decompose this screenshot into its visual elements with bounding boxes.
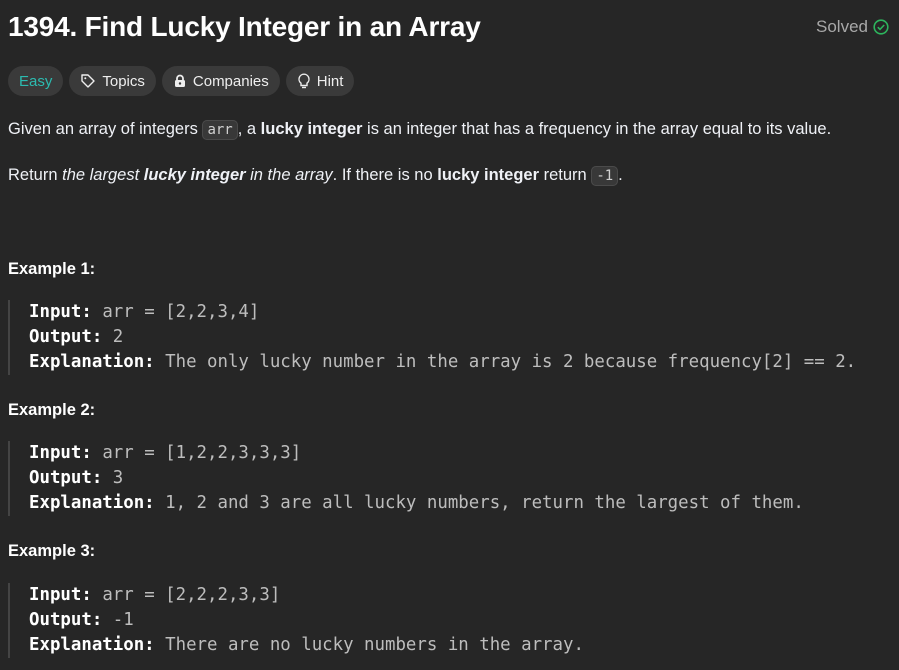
text: Return bbox=[8, 166, 63, 184]
input-value: arr = [2,2,2,3,3] bbox=[102, 585, 281, 605]
output-value: 2 bbox=[112, 327, 124, 347]
lightbulb-icon bbox=[298, 73, 310, 89]
output-label: Output: bbox=[29, 610, 103, 630]
difficulty-label: Easy bbox=[19, 72, 53, 90]
description-paragraph-1: Given an array of integers arr, a lucky … bbox=[8, 120, 832, 140]
text: . If there is no bbox=[332, 166, 438, 184]
tag-bar: Easy Topics Companies Hint bbox=[8, 66, 355, 96]
example-2-heading: Example 2: bbox=[8, 401, 96, 419]
example-1-block: Input: arr = [2,2,3,4] Output: 2 Explana… bbox=[8, 300, 856, 375]
solved-status: Solved bbox=[816, 17, 889, 37]
explanation-value: 1, 2 and 3 are all lucky numbers, return… bbox=[165, 493, 804, 513]
bold-italic-text: lucky integer bbox=[143, 166, 246, 184]
text: . bbox=[618, 166, 623, 184]
companies-button[interactable]: Companies bbox=[161, 66, 280, 96]
text: return bbox=[539, 166, 592, 184]
problem-title: 1394. Find Lucky Integer in an Array bbox=[8, 11, 481, 42]
hint-label: Hint bbox=[316, 72, 344, 90]
italic-text: the largest bbox=[62, 166, 144, 184]
bold-text: lucky integer bbox=[437, 166, 540, 184]
example-1-heading: Example 1: bbox=[8, 260, 96, 278]
description-paragraph-2: Return the largest lucky integer in the … bbox=[8, 166, 623, 186]
example-3-heading: Example 3: bbox=[8, 542, 96, 560]
explanation-value: The only lucky number in the array is 2 … bbox=[165, 352, 857, 372]
text: is an integer that has a frequency in th… bbox=[362, 120, 832, 138]
example-3-block: Input: arr = [2,2,2,3,3] Output: -1 Expl… bbox=[8, 583, 584, 658]
output-label: Output: bbox=[29, 327, 103, 347]
inline-code: -1 bbox=[591, 166, 619, 186]
hint-button[interactable]: Hint bbox=[285, 66, 355, 96]
input-label: Input: bbox=[29, 585, 92, 605]
check-circle-icon bbox=[873, 19, 889, 35]
topics-button[interactable]: Topics bbox=[69, 66, 156, 96]
solved-label: Solved bbox=[816, 17, 868, 36]
inline-code: arr bbox=[202, 120, 238, 140]
output-value: 3 bbox=[112, 468, 124, 488]
explanation-label: Explanation: bbox=[29, 493, 155, 513]
lock-icon bbox=[174, 74, 185, 87]
example-2-block: Input: arr = [1,2,2,3,3,3] Output: 3 Exp… bbox=[8, 441, 804, 516]
explanation-label: Explanation: bbox=[29, 635, 155, 655]
difficulty-badge[interactable]: Easy bbox=[8, 66, 64, 96]
output-label: Output: bbox=[29, 468, 103, 488]
output-value: -1 bbox=[112, 610, 134, 630]
text: , a bbox=[237, 120, 261, 138]
companies-label: Companies bbox=[192, 72, 269, 90]
input-label: Input: bbox=[29, 302, 92, 322]
explanation-label: Explanation: bbox=[29, 352, 155, 372]
italic-text: in the array bbox=[245, 166, 333, 184]
input-label: Input: bbox=[29, 443, 92, 463]
input-value: arr = [2,2,3,4] bbox=[102, 302, 260, 322]
explanation-value: There are no lucky numbers in the array. bbox=[165, 635, 584, 655]
bold-text: lucky integer bbox=[260, 120, 363, 138]
input-value: arr = [1,2,2,3,3,3] bbox=[102, 443, 302, 463]
topics-label: Topics bbox=[102, 72, 145, 90]
tag-icon bbox=[81, 74, 96, 88]
text: Given an array of integers bbox=[8, 120, 203, 138]
